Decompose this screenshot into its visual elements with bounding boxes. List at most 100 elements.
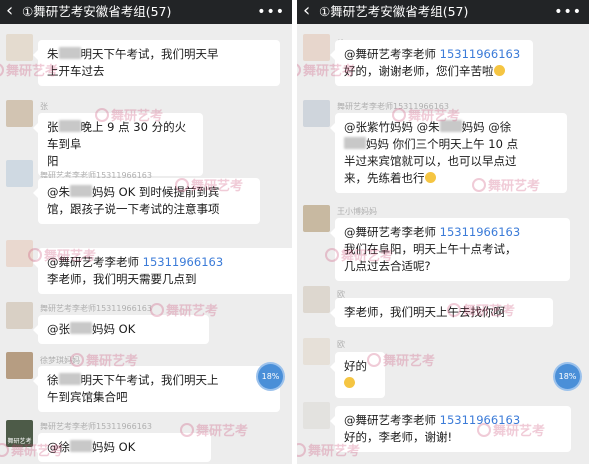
message-text: 明天下午考试，我们明天早	[80, 47, 219, 61]
message-text: 几点过去合适呢?	[344, 259, 431, 273]
message-text: 徐	[47, 373, 59, 387]
phone-link[interactable]: 15311966163	[440, 413, 520, 427]
redacted-name	[58, 120, 81, 132]
message-bubble[interactable]: @舞研艺考李老师 15311966163 我们在阜阳，明天上午十点考试， 几点过去合…	[330, 218, 570, 281]
message-line: 好的，李老师，谢谢!	[344, 429, 562, 446]
smiley-emoji-icon	[424, 172, 436, 183]
chat-title-bar: ‹ ①舞研艺考安徽省考组(57) •••	[0, 0, 292, 24]
avatar[interactable]	[6, 302, 33, 329]
message-text: 李老师，我们明天上午去找你啊	[344, 305, 505, 319]
avatar[interactable]	[6, 240, 33, 267]
message-text: 馆，跟孩子说一下考试的注意事项	[47, 202, 220, 216]
redacted-name	[70, 440, 92, 452]
redacted-name	[439, 120, 462, 132]
avatar[interactable]	[6, 34, 33, 61]
back-arrow-icon[interactable]: ‹	[303, 0, 310, 22]
message-text: 上开车过去	[47, 64, 105, 78]
redacted-name	[58, 373, 81, 385]
sender-name: 舞研艺考李老师15311966163	[40, 304, 152, 313]
watermark-logo-icon	[297, 443, 306, 457]
message-bubble[interactable]: @舞研艺考李老师 15311966163 好的，李老师，谢谢!	[330, 406, 571, 452]
message-line: 我们在阜阳，明天上午十点考试，	[344, 241, 561, 258]
sender-name: 舞研艺考李老师15311966163	[337, 102, 449, 111]
message-line: 张晚上 9 点 30 分的火车到阜	[47, 119, 194, 153]
message-text: @朱	[47, 185, 70, 199]
chat-panel-left: ‹ ①舞研艺考安徽省考组(57) ••• 朱 明天下午考试，我们明天早上开车过去张…	[0, 0, 292, 464]
message-line: @朱 妈妈 OK 到时候提前到宾	[47, 184, 251, 201]
message-line: 朱 明天下午考试，我们明天早	[47, 46, 271, 63]
avatar[interactable]	[6, 352, 33, 379]
message-text: 阳	[47, 154, 59, 168]
message-text: 朱	[47, 47, 59, 61]
avatar[interactable]	[303, 402, 330, 429]
redacted-name	[58, 47, 81, 59]
message-line: 馆，跟孩子说一下考试的注意事项	[47, 201, 251, 218]
message-text: 半过来宾馆就可以，也可以早点过	[344, 154, 517, 168]
message-line: 李老师，我们明天上午去找你啊	[344, 304, 544, 321]
message-text: 妈妈 @徐	[461, 120, 512, 134]
message-bubble[interactable]: 徐 明天下午考试，我们明天上 午到宾馆集合吧	[33, 366, 280, 412]
message-line: 好的	[344, 358, 376, 392]
message-line: 徐 明天下午考试，我们明天上	[47, 372, 271, 389]
message-bubble[interactable]: 好的	[330, 352, 385, 398]
message-line: @舞研艺考李老师 15311966163	[344, 412, 562, 429]
message-text: 我们在阜阳，明天上午十点考试，	[344, 242, 517, 256]
message-bubble[interactable]: @徐 妈妈 OK	[33, 433, 211, 462]
message-text: @张紫竹妈妈 @朱	[344, 120, 440, 134]
sender-name: 欧	[337, 340, 345, 349]
message-bubble[interactable]: 朱 明天下午考试，我们明天早上开车过去	[33, 40, 280, 86]
message-line: 几点过去合适呢?	[344, 258, 561, 275]
watermark-logo-icon	[0, 63, 4, 77]
message-bubble[interactable]: 李老师，我们明天上午去找你啊	[330, 298, 553, 327]
message-text: 妈妈 OK	[92, 322, 136, 336]
avatar[interactable]	[303, 286, 330, 313]
message-text: 好的，谢谢老师，您们辛苦啦	[344, 64, 494, 78]
message-bubble[interactable]: @朱 妈妈 OK 到时候提前到宾馆，跟孩子说一下考试的注意事项	[33, 178, 260, 224]
message-bubble[interactable]: @舞研艺考李老师 15311966163 李老师，我们明天需要几点到	[33, 248, 292, 294]
message-text: 好的，李老师，谢谢!	[344, 430, 453, 444]
message-bubble[interactable]: @舞研艺考李老师 15311966163 好的，谢谢老师，您们辛苦啦	[330, 40, 533, 86]
redacted-name	[344, 137, 366, 149]
avatar[interactable]	[303, 205, 330, 232]
message-line: 上开车过去	[47, 63, 271, 80]
avatar[interactable]	[303, 100, 330, 127]
chat-panel-right: ‹ ①舞研艺考安徽省考组(57) ••• 徐@舞研艺考李老师 153119661…	[297, 0, 589, 464]
avatar-caption: 舞研艺考	[7, 438, 32, 445]
smiley-emoji-icon	[493, 65, 505, 76]
chat-title: ①舞研艺考安徽省考组(57)	[319, 4, 469, 19]
message-line: 妈妈 你们三个明天上午 10 点	[344, 136, 558, 153]
more-dots-icon[interactable]: •••	[257, 0, 285, 24]
message-bubble[interactable]: @张紫竹妈妈 @朱 妈妈 @徐妈妈 你们三个明天上午 10 点半过来宾馆就可以，也…	[330, 113, 567, 193]
sender-name: 王小博妈妈	[337, 207, 377, 216]
phone-link[interactable]: 15311966163	[143, 255, 223, 269]
avatar[interactable]	[303, 338, 330, 365]
message-bubble[interactable]: 张晚上 9 点 30 分的火车到阜阳	[33, 113, 203, 176]
redacted-name	[70, 185, 92, 197]
message-line: 李老师，我们明天需要几点到	[47, 271, 292, 288]
message-text: @舞研艺考李老师	[344, 47, 440, 61]
message-text: 午到宾馆集合吧	[47, 390, 128, 404]
message-line: 好的，谢谢老师，您们辛苦啦	[344, 63, 524, 80]
message-text: @舞研艺考李老师	[344, 225, 440, 239]
phone-link[interactable]: 15311966163	[440, 47, 520, 61]
redacted-name	[70, 322, 92, 334]
avatar[interactable]	[6, 160, 33, 187]
message-line: @张紫竹妈妈 @朱 妈妈 @徐	[344, 119, 558, 136]
sender-name: 舞研艺考李老师15311966163	[40, 422, 152, 431]
avatar[interactable]	[6, 100, 33, 127]
message-text: 妈妈 你们三个明天上午 10 点	[366, 137, 519, 151]
message-text: @舞研艺考李老师	[344, 413, 440, 427]
more-dots-icon[interactable]: •••	[554, 0, 582, 24]
message-line: @舞研艺考李老师 15311966163	[344, 224, 561, 241]
message-line: @舞研艺考李老师 15311966163	[344, 46, 524, 63]
sender-name: 徐梦琪妈妈	[40, 356, 80, 365]
progress-badge[interactable]: 18%	[555, 364, 580, 389]
phone-link[interactable]: 15311966163	[440, 225, 520, 239]
avatar[interactable]: 舞研艺考	[6, 420, 33, 447]
message-text: 妈妈 OK 到时候提前到宾	[92, 185, 220, 199]
message-bubble[interactable]: @张 妈妈 OK	[33, 315, 209, 344]
back-arrow-icon[interactable]: ‹	[6, 0, 13, 22]
avatar[interactable]	[303, 34, 330, 61]
smiley-emoji-icon	[344, 377, 355, 388]
progress-badge[interactable]: 18%	[258, 364, 283, 389]
